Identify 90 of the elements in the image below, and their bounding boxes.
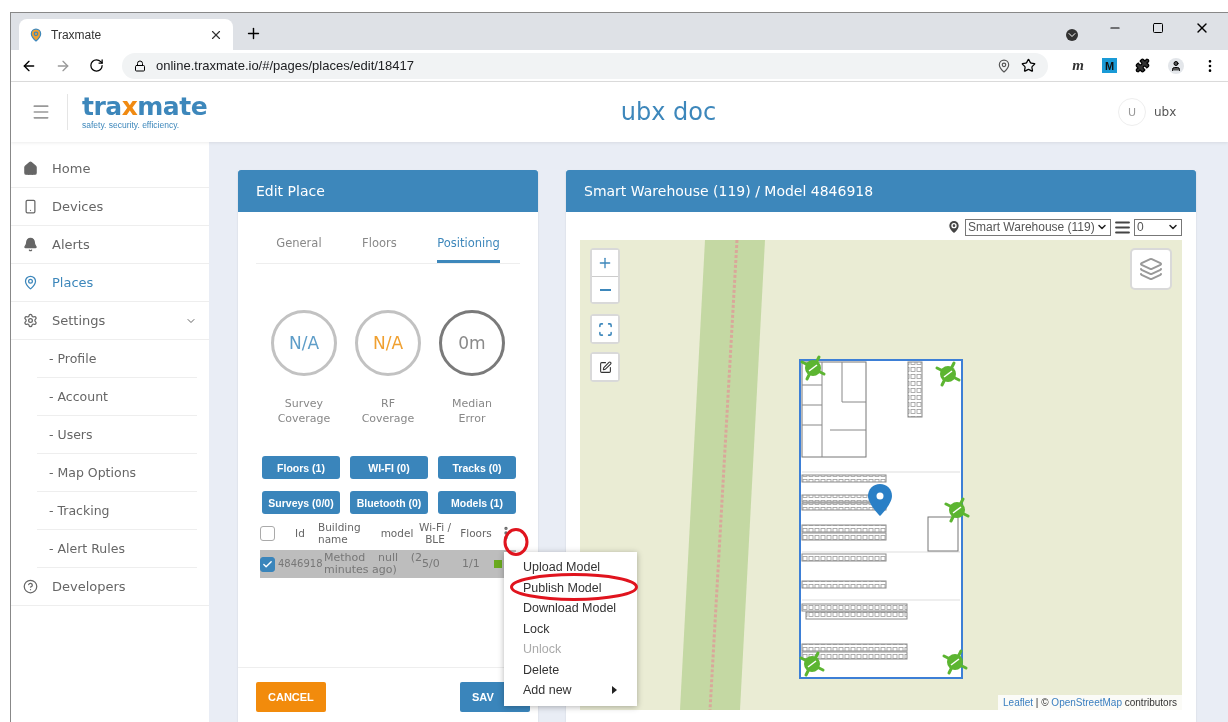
table-cell-text: Method null (2 minutes ago) [323,552,422,576]
menu-item[interactable]: Delete [504,659,637,680]
menu-item[interactable]: Download Model [504,598,637,619]
phone-icon [23,199,38,214]
nav-item[interactable]: Developers [11,568,209,606]
menu-item[interactable]: Publish Model [504,577,637,598]
table-cell: 4846918 [278,558,320,570]
puzzle-icon[interactable] [1135,58,1150,73]
fullscreen-button[interactable] [592,316,618,342]
gauge-label: Median Error [451,396,493,426]
tab[interactable]: General [276,234,322,263]
column-header: Wi-Fi / BLE [418,521,452,545]
row-checkbox[interactable] [260,556,275,572]
nav-item[interactable]: Home [11,150,209,188]
plus-icon [597,255,613,271]
nav-item[interactable]: Devices [11,188,209,226]
place-select[interactable]: Smart Warehouse (119) [965,218,1111,236]
checkmark-icon [262,558,273,570]
table-cell-text: 1/1 [462,558,481,570]
page-title: ubx doc [619,98,718,126]
edit-icon [598,360,612,374]
nav-subitem[interactable]: - Alert Rules [37,530,197,568]
tab[interactable]: Floors [362,234,397,263]
column-header: Id [294,527,306,539]
nav-subitem[interactable]: - Account [37,378,197,416]
user-name[interactable]: ubx [1154,105,1177,119]
column-header: Floors [459,527,493,539]
map-attribution: Leaflet | © OpenStreetMap contributors [998,695,1182,710]
gauge-label: RF Coverage [360,396,416,426]
menu-item[interactable]: Lock [504,618,637,639]
logo-wordmark: traxmate [82,94,208,120]
table-cell-text: 5/0 [422,558,441,570]
floors-icon [1114,218,1131,236]
map-pin-icon [946,219,962,235]
profile-icon[interactable] [1168,57,1184,74]
select-all-checkbox[interactable] [260,525,275,541]
logo-tagline: safety. security. efficiency. [82,120,181,130]
nav-item[interactable]: Alerts [11,226,209,264]
location-marker-icon [868,484,892,516]
edit-button[interactable] [592,354,618,380]
submenu-arrow-icon [612,686,617,695]
panel-title: Smart Warehouse (119) / Model 4846918 [566,170,1196,212]
nav-subitem[interactable]: - Tracking [37,492,197,530]
column-header: model [379,527,415,539]
data-button[interactable]: Floors (1) [262,456,340,479]
fullscreen-icon [597,321,613,337]
coverage-gauge: N/A [271,310,337,376]
new-tab-icon[interactable] [245,25,262,42]
minus-icon [599,288,611,291]
map-pin-icon [29,27,43,42]
nav-subitem[interactable]: - Users [37,416,197,454]
home-icon [23,161,38,176]
address-bar[interactable]: online.traxmate.io/#/pages/places/edit/18417 [122,52,1049,79]
settings-icon [23,313,38,328]
leaflet-link[interactable]: Leaflet [1003,697,1034,708]
reload-icon[interactable] [89,58,104,73]
dropdown-icon[interactable] [1066,28,1078,41]
nav-item[interactable]: Places [11,264,209,302]
layers-icon [1139,257,1163,281]
data-button[interactable]: Bluetooth (0) [350,491,428,514]
extension-icon[interactable]: M [1102,58,1117,73]
nav-subitem[interactable]: - Profile [37,340,197,378]
nav-subitem[interactable]: - Map Options [37,454,197,492]
floor-select[interactable]: 0 [1134,218,1182,236]
browser-tab[interactable]: Traxmate [19,19,233,50]
gauge-label: Survey Coverage [276,396,332,426]
help-icon [23,579,38,594]
highlight-ring [503,528,529,556]
star-icon[interactable] [1021,58,1037,73]
map-pin-icon [23,275,38,290]
coverage-gauge: 0m [439,310,505,376]
data-button[interactable]: WI-FI (0) [350,456,428,479]
extension-icon[interactable]: m [1072,57,1084,74]
data-button[interactable]: Tracks (0) [438,456,516,479]
data-button[interactable]: Surveys (0/0) [262,491,340,514]
coverage-gauge: N/A [355,310,421,376]
openstreetmap-link[interactable]: OpenStreetMap [1051,697,1122,708]
bell-icon [23,237,38,252]
maximize-icon[interactable] [1152,21,1164,34]
zoom-out-button[interactable] [592,276,618,302]
data-button[interactable]: Models (1) [438,491,516,514]
layers-button[interactable] [1130,248,1172,290]
lock-icon [134,59,146,72]
panel-title: Edit Place [238,170,538,212]
tab-title: Traxmate [51,27,103,42]
menu-icon[interactable] [31,102,51,122]
column-header: Building name [318,521,362,545]
nav-item[interactable]: Settings [11,302,209,340]
url-text: online.traxmate.io/#/pages/places/edit/18417 [156,58,415,73]
tab[interactable]: Positioning [437,234,500,263]
